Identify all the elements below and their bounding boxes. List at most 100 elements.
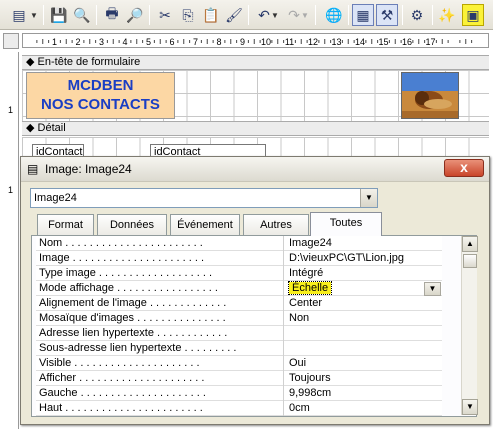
object-selector[interactable]: Image24 — [30, 188, 378, 208]
properties-icon[interactable]: ▣ — [462, 4, 484, 26]
property-value[interactable] — [286, 326, 442, 341]
property-row[interactable]: Sous-adresse lien hypertexte . . . . . .… — [36, 341, 442, 356]
lion-image-control[interactable] — [401, 72, 459, 119]
dialog-titlebar[interactable]: ▤ Image: Image24 — [21, 157, 489, 182]
tab-toutes[interactable]: Toutes — [310, 212, 382, 236]
field-list-icon[interactable]: ▦ — [352, 4, 374, 26]
mode-affichage-value[interactable]: Échelle — [287, 281, 333, 295]
undo-dropdown-icon[interactable]: ▼ — [271, 4, 279, 26]
property-sheet-icon: ▤ — [27, 162, 39, 176]
toolbox-icon[interactable]: ⚒ — [376, 4, 398, 26]
section-arrow-icon: ◆ — [26, 56, 35, 68]
paste-icon[interactable]: 📋 — [200, 4, 222, 26]
property-value[interactable]: Center — [286, 296, 442, 311]
print-icon[interactable]: 🖶 — [101, 4, 123, 26]
property-value[interactable]: Non — [286, 311, 442, 326]
vertical-ruler: 1 1 — [3, 52, 19, 429]
ruler-tick-label: 9 — [240, 37, 245, 47]
ruler-tick-label: 6 — [169, 37, 174, 47]
property-label: Afficher . . . . . . . . . . . . . . . .… — [36, 371, 284, 386]
header-title-line1: MCDBEN — [67, 77, 134, 94]
ruler-tick-label: 12 — [308, 37, 318, 47]
property-value[interactable]: Oui — [286, 356, 442, 371]
property-row[interactable]: Visible . . . . . . . . . . . . . . . . … — [36, 356, 442, 371]
save-icon[interactable]: 💾 — [48, 4, 70, 26]
copy-icon[interactable]: ⎘ — [177, 4, 199, 26]
property-row[interactable]: Gauche . . . . . . . . . . . . . . . . .… — [36, 386, 442, 401]
form-view-icon[interactable]: ▤ — [8, 4, 30, 26]
property-label: Sous-adresse lien hypertexte . . . . . .… — [36, 341, 284, 356]
hyperlink-icon[interactable]: 🌐 — [323, 4, 345, 26]
ruler-tick-label: 3 — [99, 37, 104, 47]
ruler-tick-label: 14 — [355, 37, 365, 47]
property-label: Image . . . . . . . . . . . . . . . . . … — [36, 251, 284, 266]
ruler-ticks: 1 2 3 4 5 6 7 8 9 10 11 12 13 14 15 16 17 — [36, 37, 473, 47]
property-label: Type image . . . . . . . . . . . . . . .… — [36, 266, 284, 281]
form-header-label: En-tête de formulaire — [37, 56, 141, 68]
ruler-tick-label: 8 — [216, 37, 221, 47]
property-row[interactable]: Alignement de l'image . . . . . . . . . … — [36, 296, 442, 311]
property-row[interactable]: Adresse lien hypertexte . . . . . . . . … — [36, 326, 442, 341]
redo-dropdown-icon[interactable]: ▼ — [301, 4, 309, 26]
ruler-tick-label: 16 — [402, 37, 412, 47]
property-label: Visible . . . . . . . . . . . . . . . . … — [36, 356, 284, 371]
lion-image — [402, 73, 458, 118]
property-label: Mode affichage . . . . . . . . . . . . .… — [36, 281, 284, 296]
detail-label: Détail — [37, 122, 66, 134]
property-label: Nom . . . . . . . . . . . . . . . . . . … — [36, 236, 284, 251]
close-button[interactable]: x — [444, 159, 484, 177]
property-value[interactable]: Échelle — [286, 281, 442, 296]
tab-donnees[interactable]: Données — [97, 214, 167, 235]
property-value[interactable] — [286, 341, 442, 356]
ruler-tick-label: 1 — [52, 37, 57, 47]
property-value[interactable]: Image24 — [286, 236, 442, 251]
ruler-corner — [3, 33, 19, 49]
header-title-line2: NOS CONTACTS — [41, 96, 160, 113]
print-preview-icon[interactable]: 🔎 — [124, 4, 146, 26]
cut-icon[interactable]: ✂ — [154, 4, 176, 26]
property-value[interactable]: Toujours — [286, 371, 442, 386]
scroll-down-icon[interactable]: ▼ — [462, 399, 478, 415]
property-value[interactable]: Intégré — [286, 266, 442, 281]
search-file-icon[interactable]: 🔍 — [71, 4, 93, 26]
property-value[interactable]: 9,998cm — [286, 386, 442, 401]
horizontal-ruler: 1 2 3 4 5 6 7 8 9 10 11 12 13 14 15 16 17 — [22, 33, 489, 48]
property-row[interactable]: Type image . . . . . . . . . . . . . . .… — [36, 266, 442, 281]
property-row[interactable]: Mode affichage . . . . . . . . . . . . .… — [36, 281, 442, 296]
property-row[interactable]: Afficher . . . . . . . . . . . . . . . .… — [36, 371, 442, 386]
ruler-tick-label: 2 — [75, 37, 80, 47]
chevron-down-icon[interactable]: ▼ — [424, 282, 441, 296]
autoformat-icon[interactable]: ⚙ — [406, 4, 428, 26]
ruler-tick-label: 11 — [285, 37, 294, 47]
property-row[interactable]: Nom . . . . . . . . . . . . . . . . . . … — [36, 236, 442, 251]
code-icon[interactable]: ✨ — [436, 4, 458, 26]
property-label: Mosaïque d'images . . . . . . . . . . . … — [36, 311, 284, 326]
section-arrow-icon: ◆ — [26, 122, 35, 134]
property-value[interactable]: 0cm — [286, 401, 442, 416]
tab-autres[interactable]: Autres — [243, 214, 309, 235]
view-dropdown-icon[interactable]: ▼ — [30, 4, 38, 26]
tab-format[interactable]: Format — [37, 214, 94, 235]
toolbar: ▤ ▼ 💾 🔍 🖶 🔎 ✂ ⎘ 📋 🖌 ↶ ▼ ↷ ▼ 🌐 ▦ ⚒ ⚙ ✨ ▣ — [0, 0, 493, 30]
property-row[interactable]: Haut . . . . . . . . . . . . . . . . . .… — [36, 401, 442, 416]
scroll-up-icon[interactable]: ▲ — [462, 236, 478, 252]
header-title-label[interactable]: MCDBEN NOS CONTACTS — [26, 72, 175, 119]
vruler-tick: 1 — [8, 105, 14, 115]
ruler-tick-label: 17 — [425, 37, 435, 47]
form-header-section-bar[interactable]: ◆ En-tête de formulaire — [22, 55, 489, 70]
scrollbar-thumb[interactable] — [463, 254, 477, 268]
chevron-down-icon[interactable]: ▼ — [360, 189, 377, 207]
ruler-tick-label: 4 — [122, 37, 127, 47]
tab-evenement[interactable]: Événement — [170, 214, 240, 235]
detail-section-bar[interactable]: ◆ Détail — [22, 121, 489, 136]
ruler-tick-label: 15 — [378, 37, 388, 47]
property-value[interactable]: D:\vieuxPC\GT\Lion.jpg — [286, 251, 442, 266]
ruler-tick-label: 10 — [261, 37, 271, 47]
property-label: Adresse lien hypertexte . . . . . . . . … — [36, 326, 284, 341]
property-row[interactable]: Mosaïque d'images . . . . . . . . . . . … — [36, 311, 442, 326]
dialog-title: Image: Image24 — [45, 162, 132, 176]
property-label: Gauche . . . . . . . . . . . . . . . . .… — [36, 386, 284, 401]
property-row[interactable]: Image . . . . . . . . . . . . . . . . . … — [36, 251, 442, 266]
ruler-tick-label: 5 — [146, 37, 151, 47]
format-painter-icon[interactable]: 🖌 — [223, 4, 245, 26]
